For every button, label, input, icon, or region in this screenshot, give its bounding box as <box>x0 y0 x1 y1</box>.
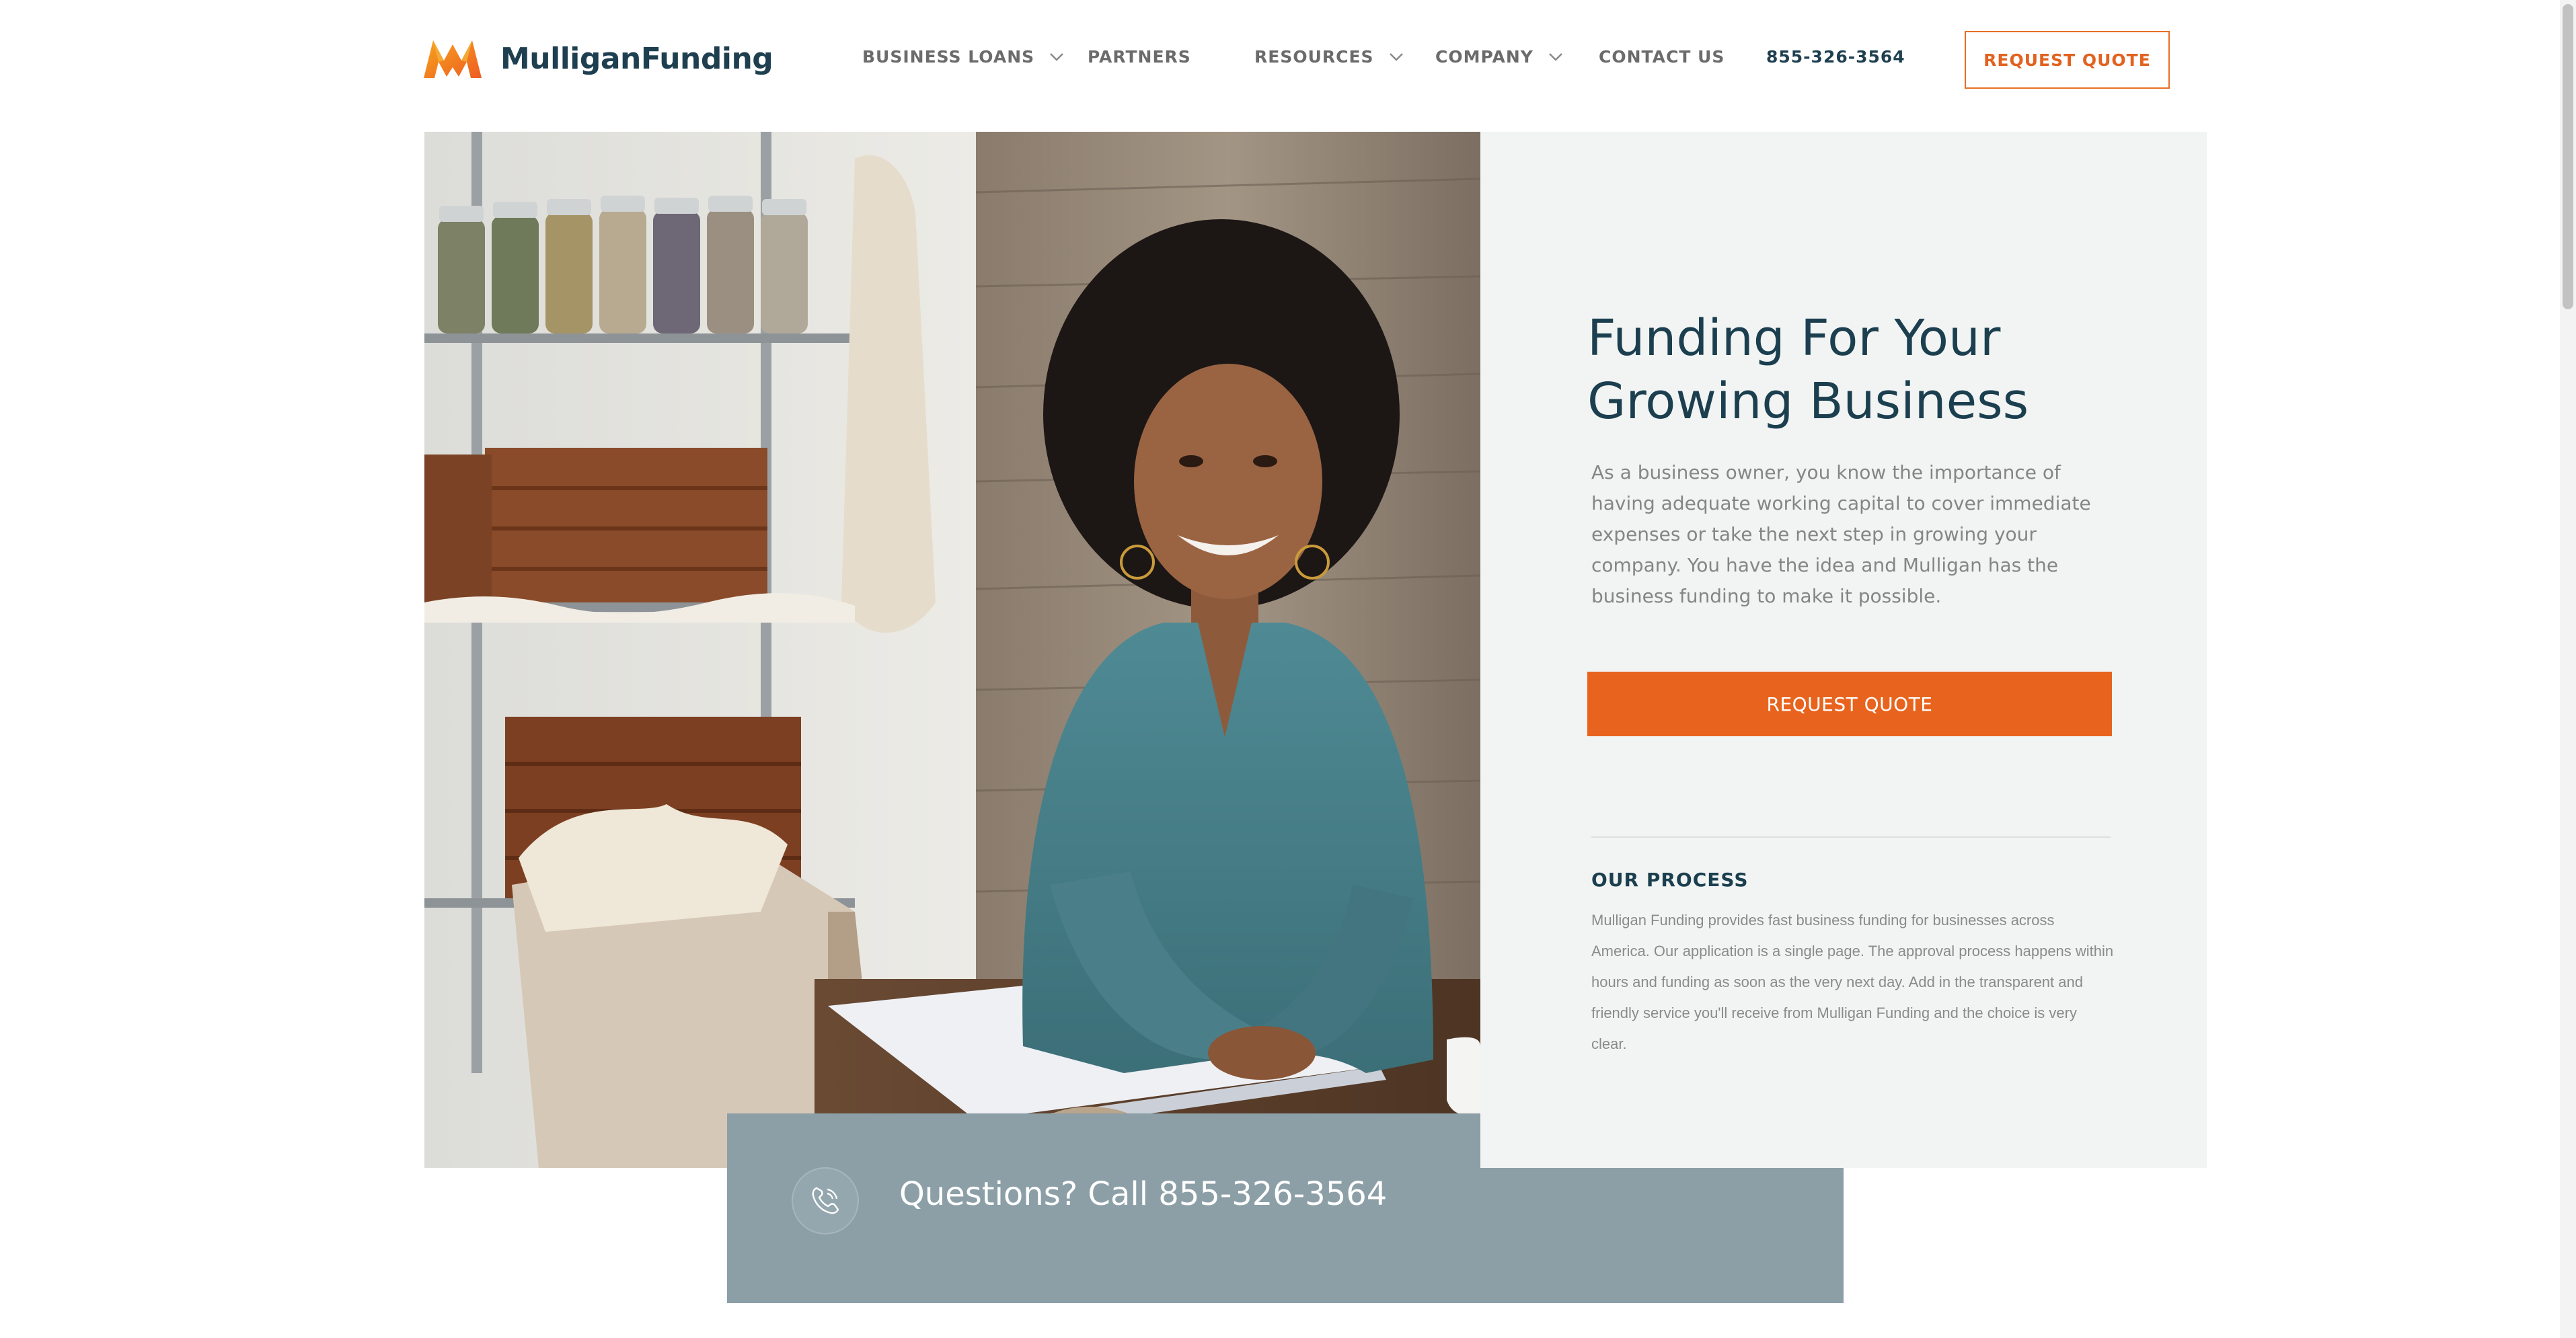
hero-photo-illustration <box>424 132 1480 1168</box>
hero-title: Funding For Your Growing Business <box>1587 307 2139 433</box>
page-scrollbar[interactable] <box>2560 0 2576 1338</box>
process-description: Mulligan Funding provides fast business … <box>1591 912 2114 1052</box>
nav-label: RESOURCES <box>1254 47 1374 67</box>
nav-contact-us[interactable]: CONTACT US <box>1599 47 1725 67</box>
mulligan-logo-icon <box>424 40 482 78</box>
call-us-banner: Questions? Call 855-326-3564 <box>727 1113 1844 1303</box>
hero-request-quote-button[interactable]: REQUEST QUOTE <box>1587 672 2112 736</box>
phone-icon <box>812 1187 839 1214</box>
hero-title-line2: Growing Business <box>1587 372 2029 430</box>
scrollbar-thumb[interactable] <box>2563 4 2573 309</box>
hero-title-line1: Funding For Your <box>1587 309 2001 367</box>
hero-image <box>424 132 1480 1168</box>
call-us-text[interactable]: Questions? Call 855-326-3564 <box>899 1175 1387 1213</box>
chevron-down-icon <box>1389 52 1403 61</box>
site-header: MulliganFunding BUSINESS LOANS PARTNERS … <box>0 0 2576 132</box>
nav-resources[interactable]: RESOURCES <box>1254 47 1404 67</box>
button-label: REQUEST QUOTE <box>1766 693 1933 715</box>
panel-overlap <box>1480 1113 1844 1168</box>
nav-label: COMPANY <box>1435 47 1533 67</box>
nav-label: CONTACT US <box>1599 47 1725 67</box>
site-logo[interactable]: MulliganFunding <box>424 35 773 82</box>
process-heading: OUR PROCESS <box>1591 869 1749 891</box>
phone-icon-badge[interactable] <box>792 1167 859 1234</box>
hero-content-panel: Funding For Your Growing Business As a b… <box>1480 132 2207 1168</box>
nav-company[interactable]: COMPANY <box>1435 47 1563 67</box>
chevron-down-icon <box>1050 52 1064 61</box>
nav-partners[interactable]: PARTNERS <box>1088 47 1191 67</box>
nav-phone-link[interactable]: 855-326-3564 <box>1766 47 1905 67</box>
chevron-down-icon <box>1549 52 1562 61</box>
nav-label: BUSINESS LOANS <box>862 47 1035 67</box>
header-request-quote-button[interactable]: REQUEST QUOTE <box>1965 31 2170 89</box>
logo-text: MulliganFunding <box>500 41 773 76</box>
divider <box>1591 836 2111 838</box>
hero-description: As a business owner, you know the import… <box>1591 461 2091 607</box>
nav-label: PARTNERS <box>1088 47 1191 67</box>
nav-business-loans[interactable]: BUSINESS LOANS <box>862 47 1064 67</box>
button-label: REQUEST QUOTE <box>1983 50 2151 70</box>
phone-number: 855-326-3564 <box>1766 47 1905 67</box>
